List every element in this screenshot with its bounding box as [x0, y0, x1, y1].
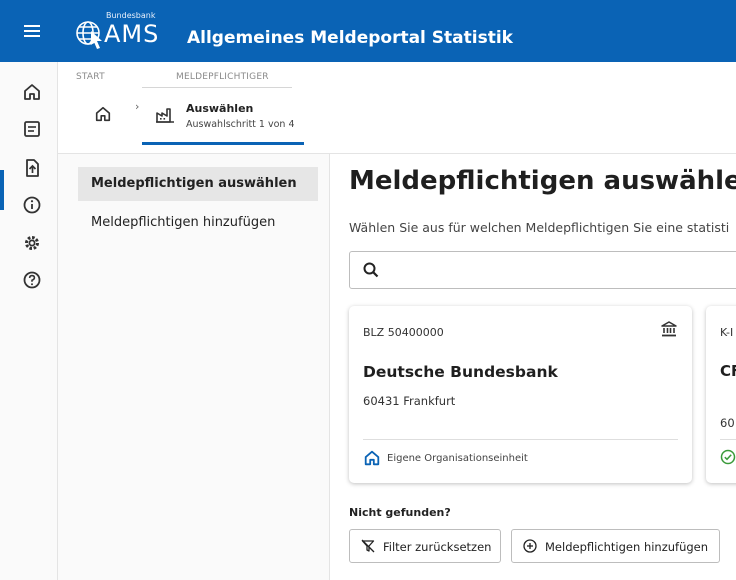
- active-step-underline: [142, 142, 304, 145]
- card-divider: [720, 439, 736, 440]
- breadcrumb: START MELDEPFLICHTIGER › Auswählen Auswa…: [58, 62, 736, 154]
- chevron-right-icon: ›: [135, 100, 140, 113]
- step-subtitle: Auswahlschritt 1 von 4: [186, 119, 295, 130]
- info-icon[interactable]: [22, 195, 42, 215]
- search-icon: [363, 262, 379, 278]
- step-title: Auswählen: [186, 102, 254, 115]
- not-found-label: Nicht gefunden?: [349, 506, 451, 519]
- breadcrumb-meldepflichtiger-label: MELDEPFLICHTIGER: [176, 72, 269, 82]
- breadcrumb-start-label: START: [76, 72, 105, 82]
- search-box: [349, 251, 736, 289]
- add-meldepflichtigen-label: Meldepflichtigen hinzufügen: [545, 540, 709, 554]
- rail-active-indicator: [0, 170, 4, 210]
- nav-item-meldepflichtigen-auswaehlen[interactable]: Meldepflichtigen auswählen: [78, 167, 318, 201]
- card-name: Deutsche Bundesbank: [363, 363, 558, 381]
- reset-filter-label: Filter zurücksetzen: [383, 540, 492, 554]
- home-icon: [364, 450, 380, 466]
- main-content: Meldepflichtigen auswählen Wählen Sie au…: [330, 154, 736, 580]
- logo-bundesbank-text: Bundesbank: [106, 11, 156, 20]
- add-circle-icon: [523, 539, 537, 553]
- page-description: Wählen Sie aus für welchen Meldepflichti…: [349, 220, 730, 235]
- list-icon[interactable]: [22, 119, 42, 139]
- card-city: 60431 Frankfurt: [363, 394, 456, 408]
- app-header: Bundesbank AMS Allgemeines Meldeportal S…: [0, 0, 736, 62]
- side-navigation: Meldepflichtigen auswählen Meldepflichti…: [58, 154, 330, 580]
- help-icon[interactable]: [22, 270, 42, 290]
- meldepflichtiger-card[interactable]: K-I CF Re 60: [706, 306, 736, 483]
- card-id: K-I: [720, 326, 734, 339]
- meldepflichtiger-card[interactable]: BLZ 50400000 Deutsche Bundesbank 60431 F…: [349, 306, 692, 483]
- card-name: CF Re: [720, 362, 736, 380]
- filter-off-icon: [361, 539, 375, 553]
- settings-icon[interactable]: [22, 233, 42, 253]
- left-rail: [0, 62, 58, 580]
- card-footer-label: Eigene Organisationseinheit: [387, 453, 528, 464]
- nav-item-meldepflichtigen-hinzufuegen[interactable]: Meldepflichtigen hinzufügen: [78, 206, 318, 240]
- search-input[interactable]: [390, 257, 736, 283]
- card-divider: [363, 439, 678, 440]
- app-title: Allgemeines Meldeportal Statistik: [187, 28, 513, 48]
- reset-filter-button[interactable]: Filter zurücksetzen: [349, 529, 501, 563]
- logo-ams-text: AMS: [104, 20, 160, 48]
- bank-icon: [661, 321, 677, 337]
- check-circle-icon: [720, 449, 736, 465]
- factory-icon: [156, 108, 174, 123]
- page-title: Meldepflichtigen auswählen: [349, 166, 736, 196]
- breadcrumb-divider: [142, 87, 292, 88]
- home-icon[interactable]: [22, 82, 42, 102]
- card-city: 60: [720, 416, 735, 430]
- add-meldepflichtigen-button[interactable]: Meldepflichtigen hinzufügen: [511, 529, 720, 563]
- breadcrumb-home-icon[interactable]: [94, 105, 112, 123]
- hamburger-menu-icon[interactable]: [22, 20, 44, 42]
- card-blz: BLZ 50400000: [363, 326, 444, 339]
- upload-icon[interactable]: [22, 158, 42, 178]
